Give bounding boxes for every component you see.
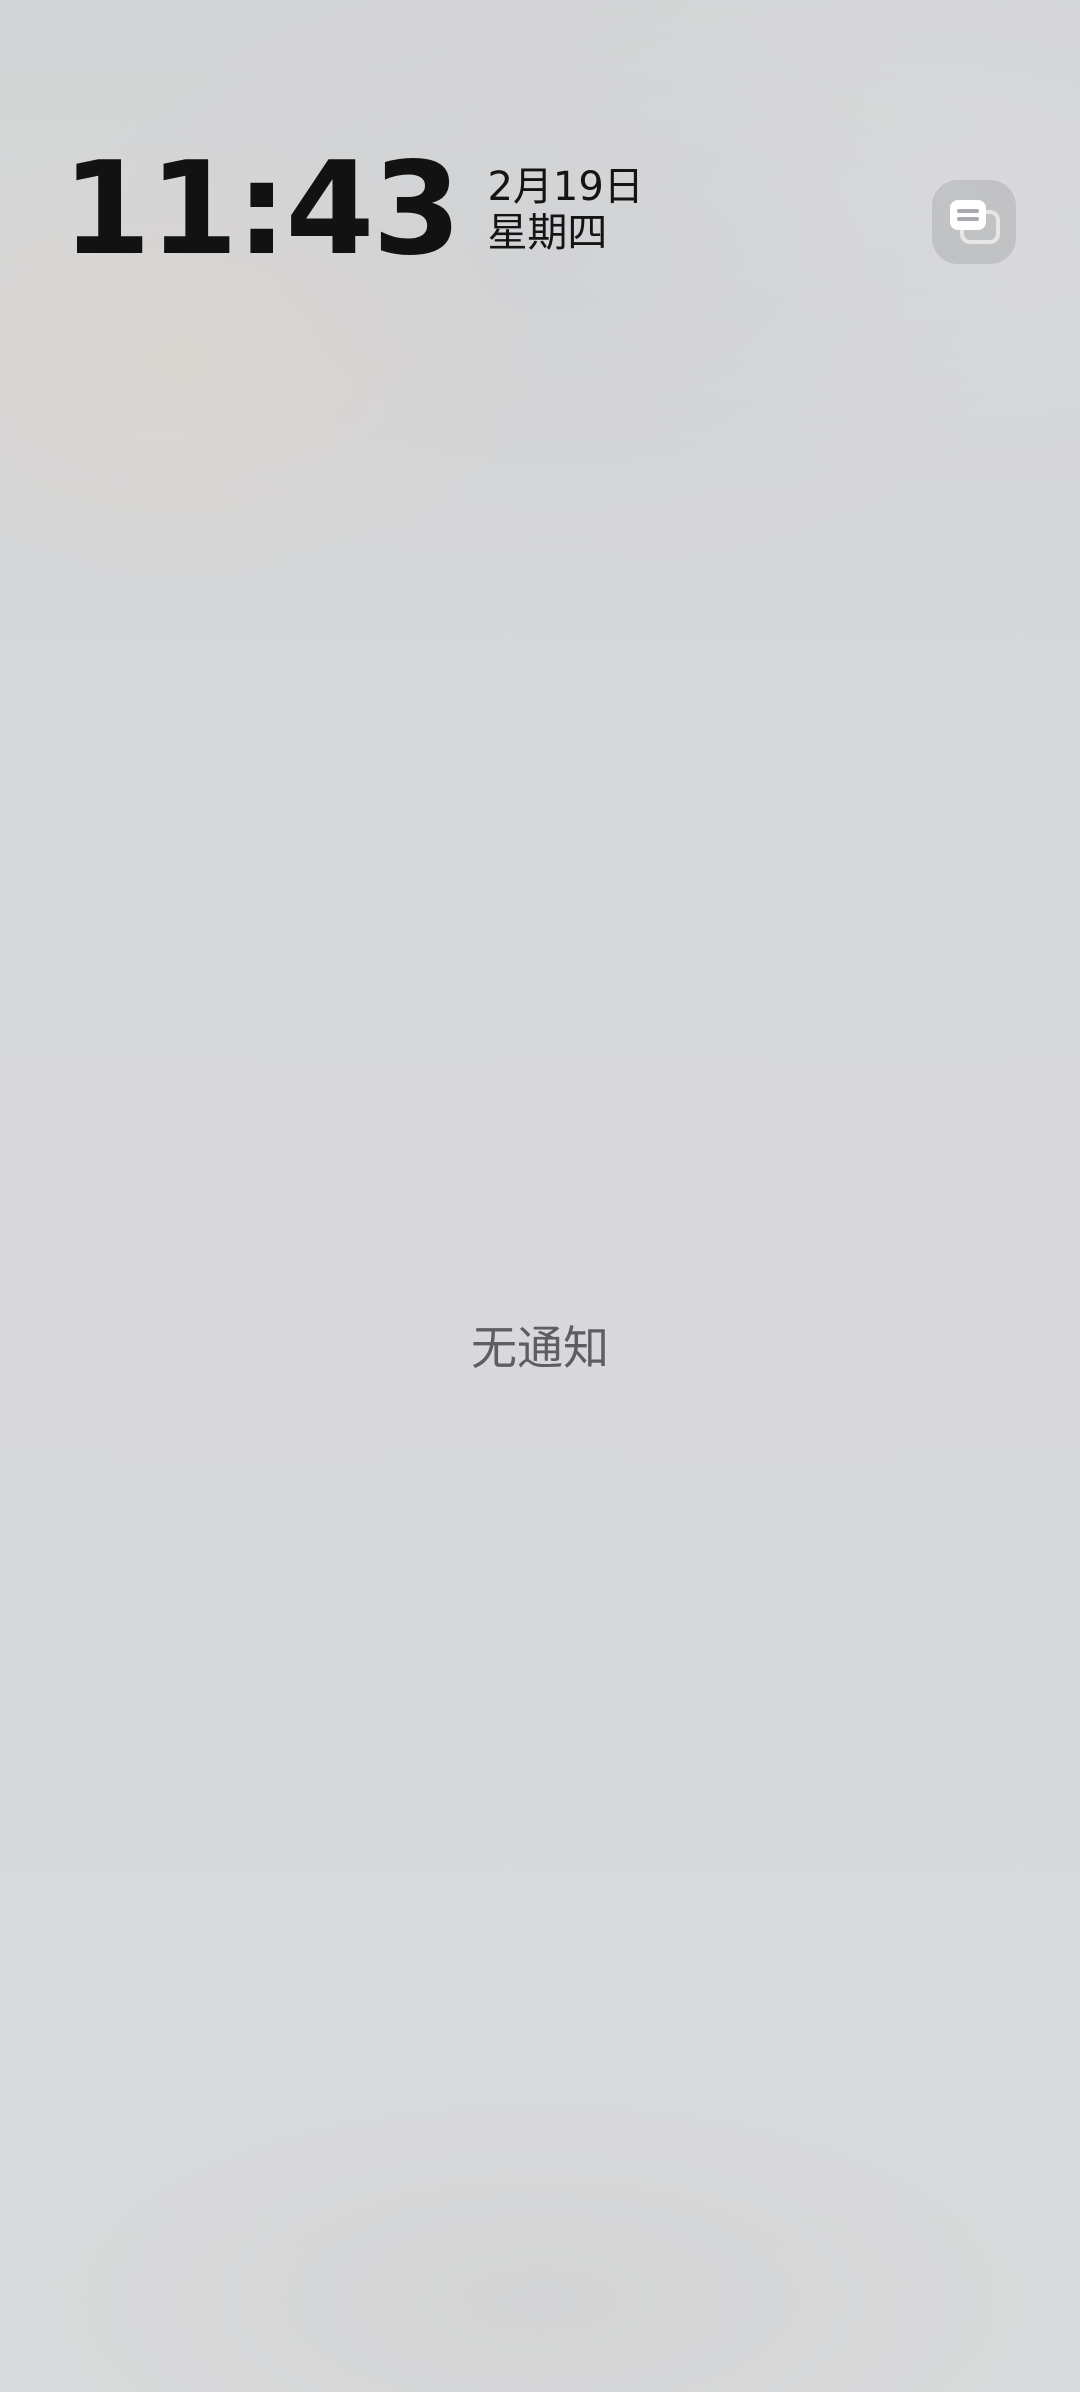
clock-time: 11:43 xyxy=(62,135,461,284)
clock-area: 11:43 2月19日 星期四 xyxy=(62,145,644,275)
notification-cards-icon xyxy=(950,200,1000,244)
no-notifications-text: 无通知 xyxy=(471,1321,609,1375)
weekday-text: 星期四 xyxy=(487,210,608,256)
date-text: 2月19日 xyxy=(487,164,644,210)
wallpaper-background xyxy=(0,0,1080,2392)
notification-toggle-button[interactable] xyxy=(932,180,1016,264)
date-block: 2月19日 星期四 xyxy=(487,165,643,255)
